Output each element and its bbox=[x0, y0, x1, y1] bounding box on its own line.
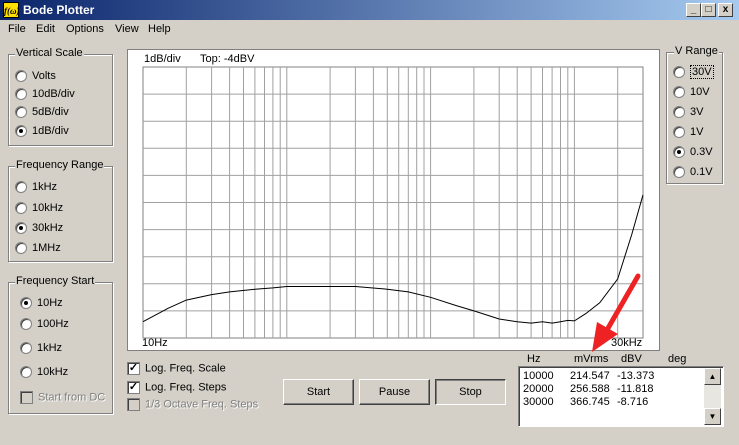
title-bar: f(ω) Bode Plotter _ □ x bbox=[0, 0, 739, 20]
x-end-label: 30kHz bbox=[611, 337, 643, 349]
menu-bar: File Edit Options View Help bbox=[0, 20, 739, 39]
scroll-up-icon[interactable]: ▲ bbox=[704, 368, 721, 385]
column-header-dbv: dBV bbox=[621, 353, 642, 365]
radio-button-icon[interactable] bbox=[20, 342, 32, 355]
checkbox-icon[interactable] bbox=[127, 398, 140, 411]
vertical-scale-group: Vertical Scale Volts 10dB/div 5dB/div 1d… bbox=[8, 47, 113, 146]
v-range-option[interactable]: 3V bbox=[673, 106, 703, 120]
checkbox-checked-icon[interactable]: ✓ bbox=[127, 362, 140, 375]
v-range-option[interactable]: 0.1V bbox=[673, 166, 713, 180]
radio-button-icon[interactable] bbox=[673, 126, 685, 139]
frequency-start-label: Frequency Start bbox=[15, 275, 96, 287]
minimize-button[interactable]: _ bbox=[686, 3, 701, 17]
v-range-option[interactable]: 10V bbox=[673, 86, 710, 100]
v-range-label: V Range bbox=[674, 45, 719, 57]
vertical-scale-option[interactable]: Volts bbox=[15, 70, 56, 84]
frequency-range-group: Frequency Range 1kHz 10kHz 30kHz 1MHz bbox=[8, 159, 113, 262]
column-header-deg: deg bbox=[668, 353, 687, 365]
radio-button-icon[interactable] bbox=[673, 66, 685, 79]
radio-button-icon[interactable] bbox=[15, 70, 27, 83]
radio-button-icon[interactable] bbox=[15, 125, 27, 138]
menu-view[interactable]: View bbox=[115, 23, 139, 35]
x-start-label: 10Hz bbox=[142, 337, 168, 349]
cell-dbv: -11.818 bbox=[617, 383, 654, 395]
start-button[interactable]: Start bbox=[283, 379, 354, 405]
cell-dbv: -13.373 bbox=[617, 370, 655, 382]
frequency-start-group: Frequency Start 10Hz 100Hz 1kHz 10kHz St… bbox=[8, 275, 113, 414]
window-title: Bode Plotter bbox=[23, 3, 95, 17]
frequency-start-option[interactable]: 10kHz bbox=[20, 366, 68, 380]
frequency-range-option[interactable]: 1kHz bbox=[15, 181, 57, 195]
plot-canvas bbox=[142, 66, 644, 339]
radio-button-icon[interactable] bbox=[673, 106, 685, 119]
v-range-option[interactable]: 1V bbox=[673, 126, 703, 140]
vertical-scale-option[interactable]: 1dB/div bbox=[15, 125, 69, 139]
bode-plot: 1dB/div Top: -4dBV 10Hz 30kHz bbox=[127, 49, 660, 351]
maximize-button[interactable]: □ bbox=[701, 3, 716, 17]
frequency-range-option[interactable]: 30kHz bbox=[15, 222, 63, 236]
pause-button[interactable]: Pause bbox=[359, 379, 430, 405]
v-range-option[interactable]: 30V bbox=[673, 65, 714, 80]
cell-mvrms: 214.547 bbox=[570, 370, 610, 382]
readout-scrollbar[interactable]: ▲ ▼ bbox=[704, 368, 721, 425]
radio-button-icon[interactable] bbox=[20, 297, 32, 310]
checkbox-checked-icon[interactable]: ✓ bbox=[127, 381, 140, 394]
octave-steps-checkbox[interactable]: 1/3 Octave Freq. Steps bbox=[127, 398, 258, 411]
cell-mvrms: 256.588 bbox=[570, 383, 610, 395]
log-freq-scale-checkbox[interactable]: ✓ Log. Freq. Scale bbox=[127, 362, 226, 375]
radio-button-icon[interactable] bbox=[673, 86, 685, 99]
close-button[interactable]: x bbox=[718, 3, 733, 17]
vertical-scale-option[interactable]: 10dB/div bbox=[15, 88, 75, 102]
radio-button-icon[interactable] bbox=[673, 166, 685, 179]
menu-edit[interactable]: Edit bbox=[36, 23, 55, 35]
radio-button-icon[interactable] bbox=[15, 202, 27, 215]
radio-button-icon[interactable] bbox=[15, 88, 27, 101]
menu-help[interactable]: Help bbox=[148, 23, 171, 35]
radio-button-icon[interactable] bbox=[15, 181, 27, 194]
cell-mvrms: 366.745 bbox=[570, 396, 610, 408]
cell-hz: 10000 bbox=[523, 370, 554, 382]
frequency-start-option[interactable]: 1kHz bbox=[20, 342, 62, 356]
radio-button-icon[interactable] bbox=[20, 366, 32, 379]
vertical-scale-option[interactable]: 5dB/div bbox=[15, 106, 69, 120]
v-range-group: V Range 30V 10V 3V 1V 0.3V 0.1V bbox=[666, 45, 723, 184]
app-icon: f(ω) bbox=[3, 2, 20, 18]
radio-button-icon[interactable] bbox=[15, 222, 27, 235]
cell-dbv: -8.716 bbox=[617, 396, 649, 408]
menu-options[interactable]: Options bbox=[66, 23, 104, 35]
cell-hz: 30000 bbox=[523, 396, 554, 408]
radio-button-icon[interactable] bbox=[20, 318, 32, 331]
radio-button-icon[interactable] bbox=[673, 146, 685, 159]
checkbox-icon[interactable] bbox=[20, 391, 33, 404]
scroll-down-icon[interactable]: ▼ bbox=[704, 408, 721, 425]
menu-file[interactable]: File bbox=[8, 23, 26, 35]
log-freq-steps-checkbox[interactable]: ✓ Log. Freq. Steps bbox=[127, 381, 226, 394]
v-range-option[interactable]: 0.3V bbox=[673, 146, 713, 160]
vertical-scale-label: Vertical Scale bbox=[15, 47, 84, 59]
column-header-mvrms: mVrms bbox=[574, 353, 609, 365]
column-header-hz: Hz bbox=[527, 353, 541, 365]
start-from-dc-checkbox[interactable]: Start from DC bbox=[20, 391, 105, 405]
frequency-start-option[interactable]: 100Hz bbox=[20, 318, 69, 332]
stop-button[interactable]: Stop bbox=[435, 379, 506, 405]
radio-button-icon[interactable] bbox=[15, 106, 27, 119]
frequency-range-option[interactable]: 1MHz bbox=[15, 242, 61, 256]
frequency-range-label: Frequency Range bbox=[15, 159, 105, 171]
readout-listbox[interactable]: 10000 214.547 -13.373 20000 256.588 -11.… bbox=[518, 366, 724, 427]
cell-hz: 20000 bbox=[523, 383, 554, 395]
radio-button-icon[interactable] bbox=[15, 242, 27, 255]
frequency-range-option[interactable]: 10kHz bbox=[15, 202, 63, 216]
frequency-start-option[interactable]: 10Hz bbox=[20, 297, 63, 311]
